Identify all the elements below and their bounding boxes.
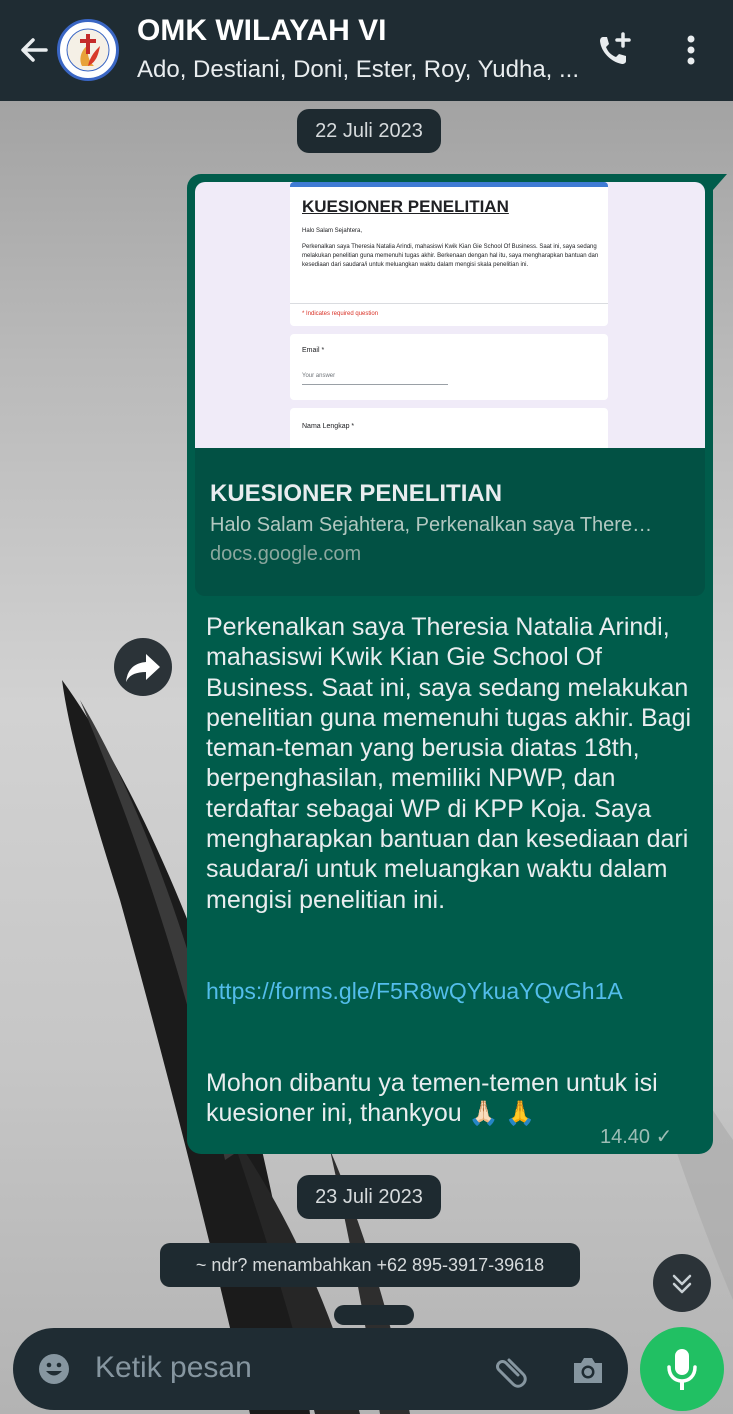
scroll-to-bottom-button[interactable] <box>653 1254 711 1312</box>
voice-message-button[interactable] <box>640 1327 724 1411</box>
link-preview-image: KUESIONER PENELITIAN Halo Salam Sejahter… <box>195 182 705 448</box>
more-vert-icon[interactable] <box>679 30 703 70</box>
forward-button[interactable] <box>114 638 172 696</box>
message-input[interactable]: Ketik pesan <box>95 1351 252 1385</box>
system-message: ~ ndr? menambahkan +62 895-3917-39618 <box>160 1243 580 1287</box>
link-preview-card[interactable]: KUESIONER PENELITIAN Halo Salam Sejahter… <box>195 182 705 596</box>
date-separator: 22 Juli 2023 <box>297 109 441 153</box>
pray-emoji: 🙏🏻 🙏 <box>468 1100 536 1127</box>
add-call-icon[interactable] <box>594 30 634 70</box>
forward-icon <box>126 654 160 682</box>
date-separator-2: 23 Juli 2023 <box>297 1175 441 1219</box>
partial-system-chip <box>334 1305 414 1325</box>
chat-participants[interactable]: Ado, Destiani, Doni, Ester, Roy, Yudha, … <box>137 56 577 84</box>
link-preview-title: KUESIONER PENELITIAN <box>210 480 503 507</box>
message-input-bar[interactable]: Ketik pesan <box>13 1328 628 1410</box>
form-required-note: * Indicates required question <box>302 311 379 317</box>
message-closing: Mohon dibantu ya temen-temen untuk isi k… <box>206 1068 686 1129</box>
form-preview-title: KUESIONER PENELITIAN <box>302 197 509 216</box>
form-name-label: Nama Lengkap * <box>302 423 355 430</box>
form-email-underline <box>302 384 448 385</box>
double-chevron-down-icon <box>672 1274 692 1294</box>
paperclip-icon[interactable] <box>488 1348 530 1390</box>
form-name-card: Nama Lengkap * <box>290 408 608 448</box>
form-preview-greeting: Halo Salam Sejahtera, <box>302 228 363 234</box>
form-email-card: Email * Your answer <box>290 334 608 400</box>
message-closing-text: Mohon dibantu ya temen-temen untuk isi k… <box>206 1069 658 1127</box>
message-link[interactable]: https://forms.gle/F5R8wQYkuaYQvGh1A <box>206 978 623 1005</box>
bubble-tail <box>713 174 727 190</box>
group-avatar[interactable] <box>57 19 119 81</box>
back-arrow-icon[interactable] <box>14 30 54 70</box>
chat-header: OMK WILAYAH VI Ado, Destiani, Doni, Este… <box>0 0 733 101</box>
form-header-card: KUESIONER PENELITIAN Halo Salam Sejahter… <box>290 182 608 326</box>
form-divider <box>290 303 608 304</box>
message-time: 14.40 ✓ <box>600 1126 673 1148</box>
form-email-placeholder: Your answer <box>302 373 336 379</box>
form-preview-intro: Perkenalkan saya Theresia Natalia Arindi… <box>302 244 599 268</box>
camera-icon[interactable] <box>568 1350 608 1390</box>
mic-icon <box>667 1349 697 1390</box>
omk-logo-icon <box>61 23 115 77</box>
form-email-label: Email * <box>302 347 325 354</box>
link-preview-description: Halo Salam Sejahtera, Perkenalkan saya T… <box>210 514 653 536</box>
link-preview-domain: docs.google.com <box>210 543 362 565</box>
chat-title[interactable]: OMK WILAYAH VI <box>137 14 577 48</box>
emoji-icon[interactable] <box>35 1350 73 1388</box>
message-body: Perkenalkan saya Theresia Natalia Arindi… <box>206 613 692 914</box>
